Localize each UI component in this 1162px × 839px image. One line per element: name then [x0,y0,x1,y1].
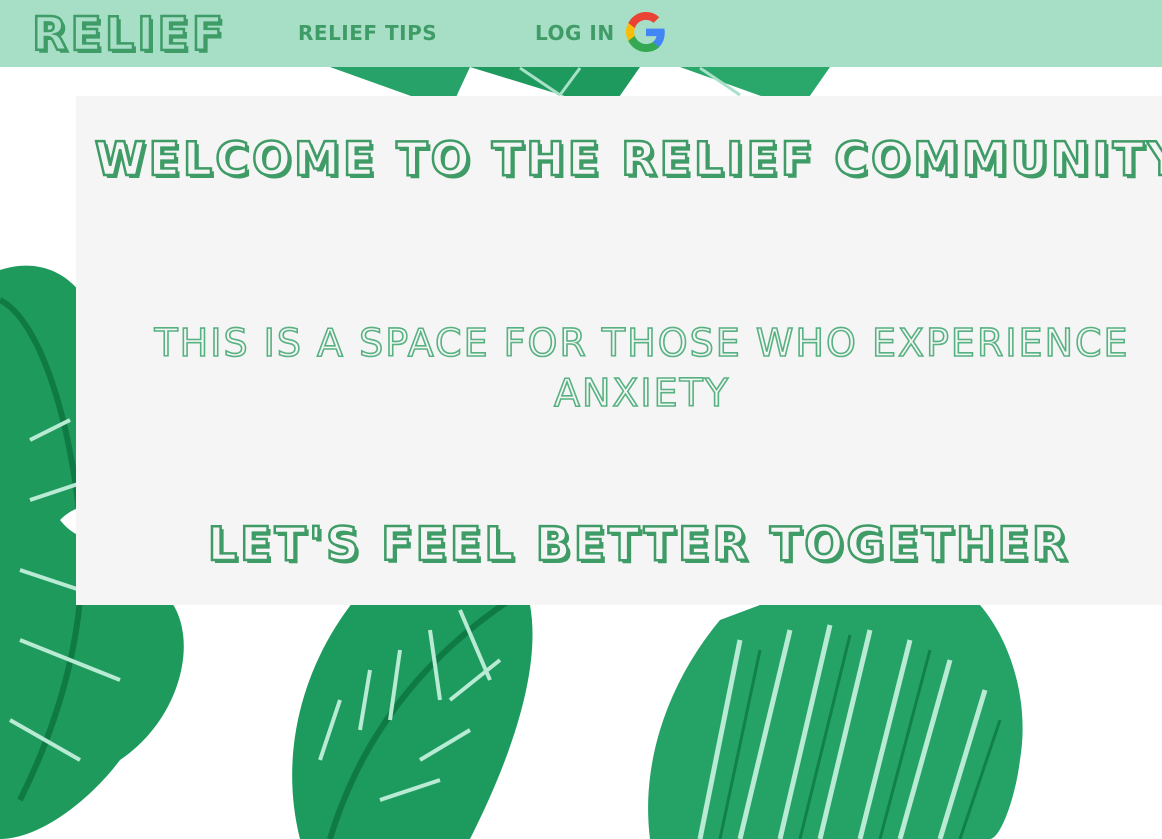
right-palm-leaf [648,605,1023,839]
top-navbar: RELIEF RELIEF TIPS LOG IN [0,0,1162,67]
welcome-panel: WELCOME TO THE RELIEF COMMUNITY THIS IS … [76,96,1162,605]
tagline-heading: LET'S FEEL BETTER TOGETHER [207,516,1071,573]
google-icon[interactable] [626,12,666,52]
community-description: THIS IS A SPACE FOR THOSE WHO EXPERIENCE… [154,320,1130,416]
relief-tips-link[interactable]: RELIEF TIPS [298,19,437,47]
welcome-title: WELCOME TO THE RELIEF COMMUNITY [93,131,1162,188]
login-link[interactable]: LOG IN [535,19,615,47]
brand-logo-link[interactable]: RELIEF [31,6,226,63]
